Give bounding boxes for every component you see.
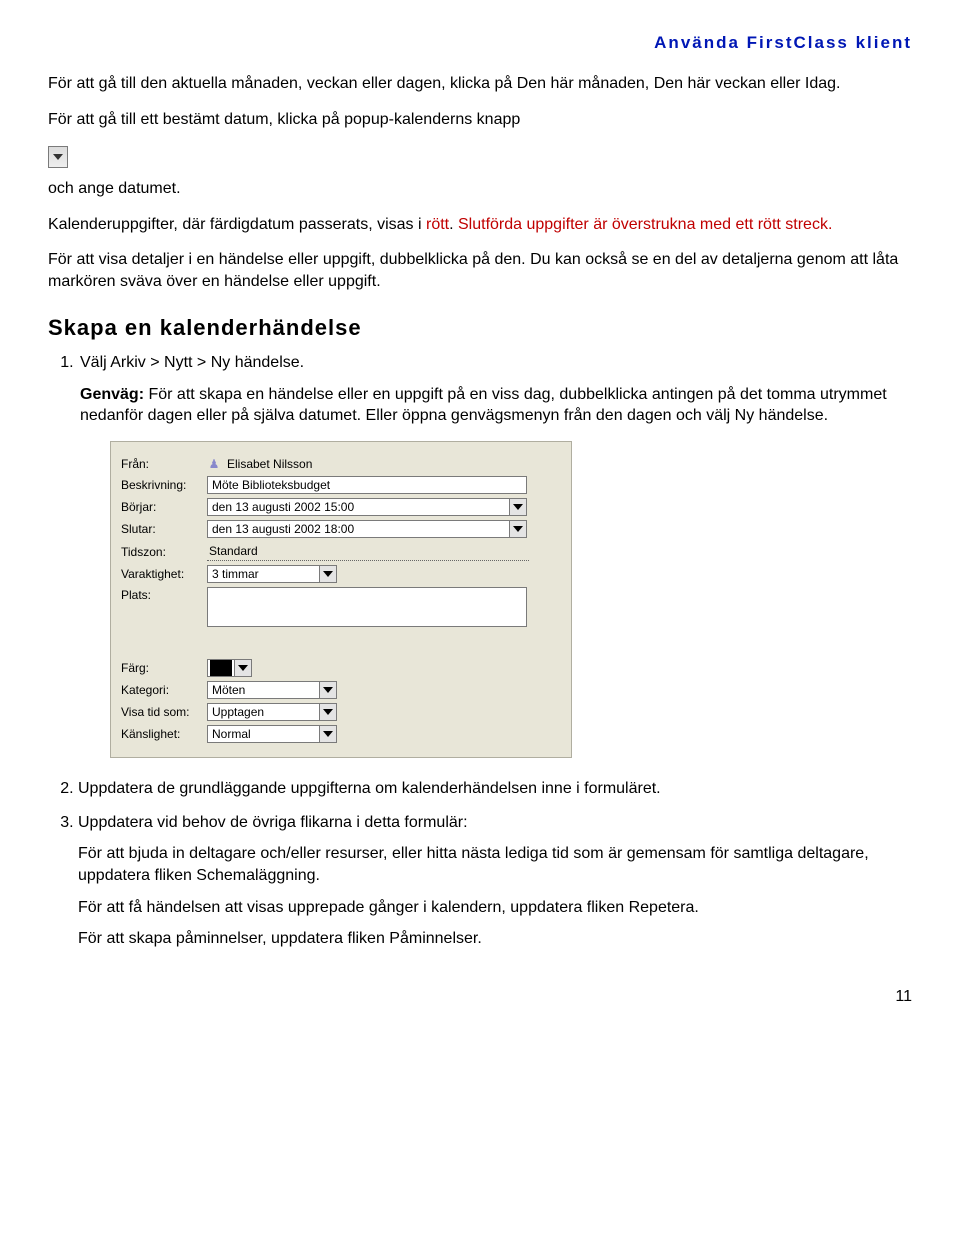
form-row-location: Plats: bbox=[121, 587, 561, 627]
input-color[interactable] bbox=[207, 659, 252, 677]
form-row-color: Färg: bbox=[121, 659, 561, 677]
input-showtime[interactable]: Upptagen bbox=[207, 703, 337, 721]
form-row-timezone: Tidszon: Standard bbox=[121, 542, 561, 561]
form-row-category: Kategori: Möten bbox=[121, 681, 561, 699]
intro-p2a: För att gå till ett bestämt datum, klick… bbox=[48, 109, 912, 131]
step-2-text: Uppdatera de grundläggande uppgifterna o… bbox=[78, 780, 661, 797]
value-category: Möten bbox=[212, 682, 245, 698]
form-row-description: Beskrivning: Möte Biblioteksbudget bbox=[121, 476, 561, 494]
step-1: Välj Arkiv > Nytt > Ny händelse. Genväg:… bbox=[78, 352, 912, 758]
input-ends[interactable]: den 13 augusti 2002 18:00 bbox=[207, 520, 527, 538]
section-title: Skapa en kalenderhändelse bbox=[48, 313, 912, 343]
form-row-starts: Börjar: den 13 augusti 2002 15:00 bbox=[121, 498, 561, 516]
input-duration[interactable]: 3 timmar bbox=[207, 565, 337, 583]
step-3: Uppdatera vid behov de övriga flikarna i… bbox=[78, 812, 912, 950]
step-1-shortcut: Genväg: För att skapa en händelse eller … bbox=[80, 384, 912, 427]
form-row-showtime: Visa tid som: Upptagen bbox=[121, 703, 561, 721]
value-timezone: Standard bbox=[209, 543, 258, 559]
value-from: Elisabet Nilsson bbox=[225, 456, 312, 472]
intro-p4: För att visa detaljer i en händelse elle… bbox=[48, 249, 912, 292]
chevron-down-icon[interactable] bbox=[234, 660, 251, 676]
step-3-sub3: För att skapa påminnelser, uppdatera fli… bbox=[78, 928, 912, 950]
intro-p3-red: rött bbox=[426, 216, 449, 233]
shortcut-label: Genväg: bbox=[80, 386, 148, 403]
input-description[interactable]: Möte Biblioteksbudget bbox=[207, 476, 527, 494]
label-starts: Börjar: bbox=[121, 499, 207, 515]
person-icon: ♟ bbox=[207, 457, 221, 471]
form-row-ends: Slutar: den 13 augusti 2002 18:00 bbox=[121, 520, 561, 538]
chevron-down-icon[interactable] bbox=[319, 566, 336, 582]
input-category[interactable]: Möten bbox=[207, 681, 337, 699]
value-ends: den 13 augusti 2002 18:00 bbox=[212, 521, 354, 537]
shortcut-text: För att skapa en händelse eller en uppgi… bbox=[80, 386, 887, 425]
chevron-down-icon[interactable] bbox=[509, 521, 526, 537]
form-row-duration: Varaktighet: 3 timmar bbox=[121, 565, 561, 583]
label-location: Plats: bbox=[121, 587, 207, 603]
label-category: Kategori: bbox=[121, 682, 207, 698]
input-location[interactable] bbox=[207, 587, 527, 627]
step-3-sub2: För att få händelsen att visas upprepade… bbox=[78, 897, 912, 919]
step-3-text: Uppdatera vid behov de övriga flikarna i… bbox=[78, 814, 468, 831]
label-ends: Slutar: bbox=[121, 521, 207, 537]
intro-p3: Kalenderuppgifter, där färdigdatum passe… bbox=[48, 214, 912, 236]
label-timezone: Tidszon: bbox=[121, 544, 207, 560]
label-description: Beskrivning: bbox=[121, 477, 207, 493]
chevron-down-icon[interactable] bbox=[319, 704, 336, 720]
page-header: Använda FirstClass klient bbox=[48, 32, 912, 55]
input-starts[interactable]: den 13 augusti 2002 15:00 bbox=[207, 498, 527, 516]
form-row-from: Från: ♟ Elisabet Nilsson bbox=[121, 456, 561, 472]
step-1-text: Välj Arkiv > Nytt > Ny händelse. bbox=[80, 354, 304, 371]
intro-p3-d: Slutförda uppgifter är överstrukna med e… bbox=[458, 216, 832, 233]
intro-p3-c: . bbox=[449, 216, 458, 233]
label-showtime: Visa tid som: bbox=[121, 704, 207, 720]
step-3-sub1: För att bjuda in deltagare och/eller res… bbox=[78, 843, 912, 886]
value-duration: 3 timmar bbox=[212, 566, 259, 582]
chevron-down-icon[interactable] bbox=[509, 499, 526, 515]
value-starts: den 13 augusti 2002 15:00 bbox=[212, 499, 354, 515]
value-sensitivity: Normal bbox=[212, 726, 251, 742]
event-form-panel: Från: ♟ Elisabet Nilsson Beskrivning: Mö… bbox=[110, 441, 572, 758]
intro-p2b: och ange datumet. bbox=[48, 178, 912, 200]
input-sensitivity[interactable]: Normal bbox=[207, 725, 337, 743]
step-2: Uppdatera de grundläggande uppgifterna o… bbox=[78, 778, 912, 800]
input-timezone[interactable]: Standard bbox=[207, 542, 529, 561]
intro-p3-a: Kalenderuppgifter, där färdigdatum passe… bbox=[48, 216, 426, 233]
color-swatch bbox=[210, 660, 232, 676]
calendar-popup-button[interactable] bbox=[48, 146, 68, 168]
chevron-down-icon[interactable] bbox=[319, 726, 336, 742]
value-showtime: Upptagen bbox=[212, 704, 264, 720]
intro-p1: För att gå till den aktuella månaden, ve… bbox=[48, 73, 912, 95]
label-color: Färg: bbox=[121, 660, 207, 676]
page-number: 11 bbox=[48, 986, 912, 1008]
form-row-sensitivity: Känslighet: Normal bbox=[121, 725, 561, 743]
label-sensitivity: Känslighet: bbox=[121, 726, 207, 742]
value-description: Möte Biblioteksbudget bbox=[212, 477, 330, 493]
label-from: Från: bbox=[121, 456, 207, 472]
label-duration: Varaktighet: bbox=[121, 566, 207, 582]
chevron-down-icon[interactable] bbox=[319, 682, 336, 698]
